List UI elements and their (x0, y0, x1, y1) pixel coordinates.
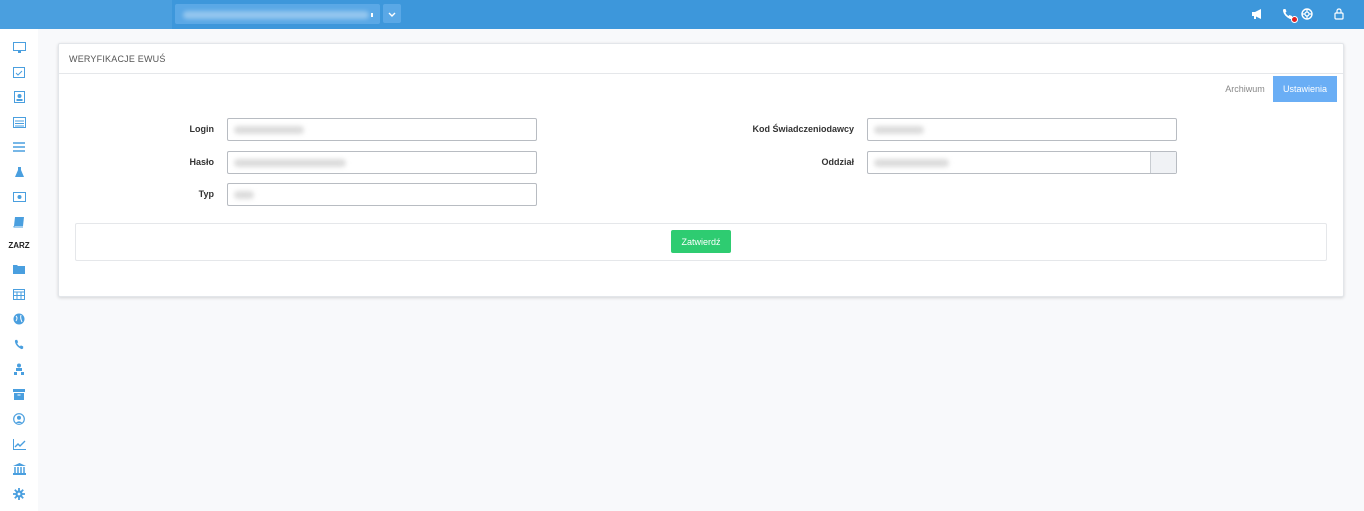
branch-select-addon[interactable] (1150, 152, 1176, 173)
login-label: Login (189, 124, 215, 134)
oddzial-label: Oddział (821, 157, 854, 167)
ewus-verification-panel: WERYFIKACJE EWUŚ Archiwum Ustawienia Log… (58, 43, 1344, 297)
tab-ustawienia[interactable]: Ustawienia (1273, 76, 1337, 102)
provider-code-value (874, 126, 924, 134)
login-field[interactable] (227, 118, 537, 141)
organization-select[interactable] (175, 4, 380, 24)
haslo-label: Hasło (189, 157, 214, 167)
typ-label: Typ (198, 189, 214, 199)
panel-header: WERYFIKACJE EWUŚ (59, 44, 1343, 74)
chevron-down-icon (388, 5, 396, 23)
phone-icon[interactable] (1280, 6, 1298, 23)
type-field[interactable] (227, 183, 537, 206)
tab-archiwum[interactable]: Archiwum (1217, 76, 1273, 102)
user-hierarchy-icon[interactable] (11, 361, 27, 377)
user-circle-icon[interactable] (11, 411, 27, 427)
kod-swiadczeniodawcy-label: Kod Świadczeniodawcy (752, 124, 854, 134)
book-icon[interactable] (11, 214, 27, 230)
text-cursor (371, 13, 373, 17)
organization-select-value (183, 11, 369, 19)
list-icon[interactable] (11, 114, 27, 130)
calendar-check-icon[interactable] (11, 64, 27, 80)
calendar-icon[interactable] (11, 286, 27, 302)
money-icon[interactable] (11, 189, 27, 205)
contact-card-icon[interactable] (11, 89, 27, 105)
submit-button[interactable]: Zatwierdź (671, 230, 731, 253)
gear-icon[interactable] (11, 486, 27, 502)
login-value (234, 126, 304, 134)
archive-icon[interactable] (11, 386, 27, 402)
password-field[interactable] (227, 151, 537, 174)
organization-dropdown-button[interactable] (383, 4, 401, 23)
sidebar-section-label: ZARZ (8, 241, 30, 250)
lock-icon[interactable] (1331, 6, 1347, 22)
password-value (234, 159, 346, 167)
bank-icon[interactable] (11, 461, 27, 477)
globe-icon[interactable] (11, 311, 27, 327)
folder-icon[interactable] (11, 261, 27, 277)
flask-icon[interactable] (11, 164, 27, 180)
notification-dot (1291, 16, 1298, 23)
chart-line-icon[interactable] (11, 436, 27, 452)
top-bar (0, 0, 1364, 29)
form-actions: Zatwierdź (75, 223, 1327, 261)
lifebuoy-icon[interactable] (1299, 6, 1315, 22)
branch-select[interactable] (867, 151, 1177, 174)
logo-area (0, 0, 172, 29)
monitor-icon[interactable] (11, 39, 27, 55)
branch-value (874, 159, 949, 167)
menu-icon[interactable] (11, 139, 27, 155)
panel-title: WERYFIKACJE EWUŚ (69, 54, 166, 64)
type-value (234, 191, 254, 199)
phone-icon[interactable] (11, 336, 27, 352)
provider-code-field[interactable] (867, 118, 1177, 141)
sidebar: ZARZ (0, 29, 38, 511)
megaphone-icon[interactable] (1249, 6, 1265, 22)
